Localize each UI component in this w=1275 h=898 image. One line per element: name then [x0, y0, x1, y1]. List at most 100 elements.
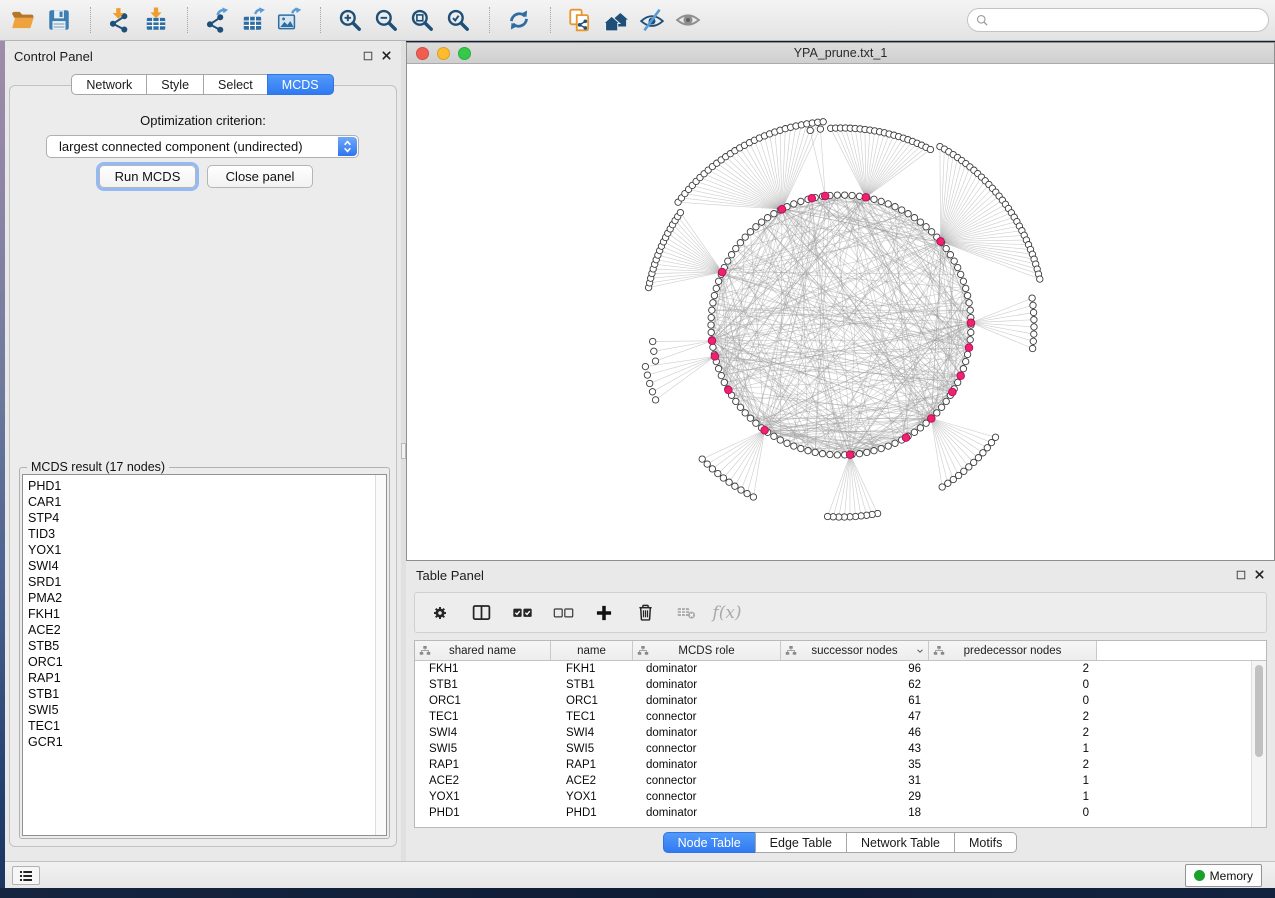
- tab-style[interactable]: Style: [146, 74, 204, 95]
- column-label: predecessor nodes: [964, 645, 1062, 657]
- import-table-icon[interactable]: [139, 3, 173, 37]
- mcds-result-item[interactable]: FKH1: [23, 606, 375, 622]
- table-scrollbar[interactable]: [1251, 661, 1266, 827]
- tab-node-table[interactable]: Node Table: [663, 832, 756, 853]
- cell-shared-name: ORC1: [415, 693, 551, 709]
- search-icon: [975, 13, 990, 28]
- save-session-icon[interactable]: [42, 3, 76, 37]
- add-column-icon[interactable]: [592, 601, 616, 625]
- chevron-down-icon[interactable]: [915, 646, 925, 656]
- import-network-icon[interactable]: [103, 3, 137, 37]
- table-panel-window-buttons: [1236, 569, 1265, 580]
- column-header-shared-name[interactable]: shared name: [415, 641, 551, 661]
- zoom-out-icon[interactable]: [369, 3, 403, 37]
- export-image-icon[interactable]: [272, 3, 306, 37]
- mcds-result-item[interactable]: CAR1: [23, 494, 375, 510]
- column-header-name[interactable]: name: [551, 641, 633, 661]
- table-row[interactable]: SWI5SWI5connector431: [415, 741, 1251, 757]
- mcds-result-item[interactable]: GCR1: [23, 734, 375, 750]
- table-row[interactable]: FKH1FKH1dominator962: [415, 661, 1251, 677]
- export-network-icon[interactable]: [200, 3, 234, 37]
- network-window-titlebar[interactable]: YPA_prune.txt_1: [407, 43, 1274, 64]
- close-traffic-icon[interactable]: [416, 47, 429, 60]
- delete-column-icon[interactable]: [633, 601, 657, 625]
- table-scrollbar-thumb[interactable]: [1255, 665, 1263, 757]
- search-box[interactable]: [967, 8, 1269, 32]
- show-hidden-icon[interactable]: [671, 3, 705, 37]
- criterion-dropdown[interactable]: largest connected component (undirected): [46, 135, 359, 158]
- optimization-criterion-label: Optimization criterion:: [10, 113, 396, 128]
- close-panel-button[interactable]: Close panel: [207, 165, 313, 188]
- hide-selected-icon[interactable]: [635, 3, 669, 37]
- mcds-result-scrollbar[interactable]: [375, 475, 386, 835]
- delete-table-icon: [674, 601, 698, 625]
- mcds-result-item[interactable]: TEC1: [23, 718, 375, 734]
- column-header-successor-nodes[interactable]: successor nodes: [781, 641, 929, 661]
- zoom-in-icon[interactable]: [333, 3, 367, 37]
- log-console-button[interactable]: [12, 866, 40, 885]
- cell-shared-name: SWI5: [415, 741, 551, 757]
- copy-network-icon[interactable]: [563, 3, 597, 37]
- show-all-icon[interactable]: [599, 3, 633, 37]
- mcds-result-item[interactable]: ORC1: [23, 654, 375, 670]
- run-mcds-button[interactable]: Run MCDS: [99, 165, 196, 188]
- float-icon[interactable]: [363, 51, 373, 61]
- close-icon[interactable]: [1254, 569, 1265, 580]
- table-row[interactable]: ACE2ACE2connector311: [415, 773, 1251, 789]
- mcds-result-item[interactable]: SWI5: [23, 702, 375, 718]
- zoom-fit-icon[interactable]: [405, 3, 439, 37]
- mcds-result-item[interactable]: ACE2: [23, 622, 375, 638]
- tab-edge-table[interactable]: Edge Table: [755, 832, 847, 853]
- minimize-traffic-icon[interactable]: [437, 47, 450, 60]
- table-toolbar: f(x): [414, 592, 1267, 633]
- deselect-all-columns-icon[interactable]: [551, 601, 575, 625]
- mcds-result-item[interactable]: RAP1: [23, 670, 375, 686]
- network-view[interactable]: [407, 64, 1274, 560]
- table-row[interactable]: YOX1YOX1connector291: [415, 789, 1251, 805]
- column-header-predecessor-nodes[interactable]: predecessor nodes: [929, 641, 1097, 661]
- refresh-icon[interactable]: [502, 3, 536, 37]
- network-window-title: YPA_prune.txt_1: [794, 46, 888, 60]
- table-row[interactable]: ORC1ORC1dominator610: [415, 693, 1251, 709]
- tab-mcds[interactable]: MCDS: [267, 74, 334, 95]
- mcds-result-list[interactable]: PHD1CAR1STP4TID3YOX1SWI4SRD1PMA2FKH1ACE2…: [22, 474, 387, 836]
- gear-icon[interactable]: [428, 601, 452, 625]
- zoom-selected-icon[interactable]: [441, 3, 475, 37]
- cell-predecessor-nodes: 1: [929, 741, 1097, 757]
- float-icon[interactable]: [1236, 570, 1246, 580]
- tree-icon: [785, 645, 797, 657]
- tab-network-table[interactable]: Network Table: [846, 832, 955, 853]
- zoom-traffic-icon[interactable]: [458, 47, 471, 60]
- close-icon[interactable]: [381, 50, 392, 61]
- memory-button[interactable]: Memory: [1185, 864, 1262, 887]
- tab-network[interactable]: Network: [71, 74, 147, 95]
- cell-MCDS-role: dominator: [633, 661, 781, 677]
- tab-select[interactable]: Select: [203, 74, 268, 95]
- cell-predecessor-nodes: 2: [929, 757, 1097, 773]
- mcds-result-item[interactable]: PMA2: [23, 590, 375, 606]
- mcds-result-item[interactable]: TID3: [23, 526, 375, 542]
- mcds-result-item[interactable]: STP4: [23, 510, 375, 526]
- export-table-icon[interactable]: [236, 3, 270, 37]
- mcds-result-item[interactable]: STB1: [23, 686, 375, 702]
- mcds-result-item[interactable]: PHD1: [23, 478, 375, 494]
- mcds-result-item[interactable]: STB5: [23, 638, 375, 654]
- table-row[interactable]: RAP1RAP1dominator352: [415, 757, 1251, 773]
- status-bar: Memory: [5, 861, 1275, 888]
- tab-motifs[interactable]: Motifs: [954, 832, 1017, 853]
- columns-icon[interactable]: [469, 601, 493, 625]
- mcds-result-item[interactable]: SRD1: [23, 574, 375, 590]
- cell-name: RAP1: [551, 757, 633, 773]
- open-session-icon[interactable]: [6, 3, 40, 37]
- mcds-result-item[interactable]: YOX1: [23, 542, 375, 558]
- select-all-columns-icon[interactable]: [510, 601, 534, 625]
- table-row[interactable]: STB1STB1dominator620: [415, 677, 1251, 693]
- table-row[interactable]: SWI4SWI4dominator462: [415, 725, 1251, 741]
- mcds-result-item[interactable]: SWI4: [23, 558, 375, 574]
- table-row[interactable]: PHD1PHD1dominator180: [415, 805, 1251, 821]
- column-header-MCDS-role[interactable]: MCDS role: [633, 641, 781, 661]
- cell-shared-name: YOX1: [415, 789, 551, 805]
- table-row[interactable]: TEC1TEC1connector472: [415, 709, 1251, 725]
- criterion-dropdown-value: largest connected component (undirected): [47, 139, 303, 154]
- search-input[interactable]: [994, 13, 1261, 27]
